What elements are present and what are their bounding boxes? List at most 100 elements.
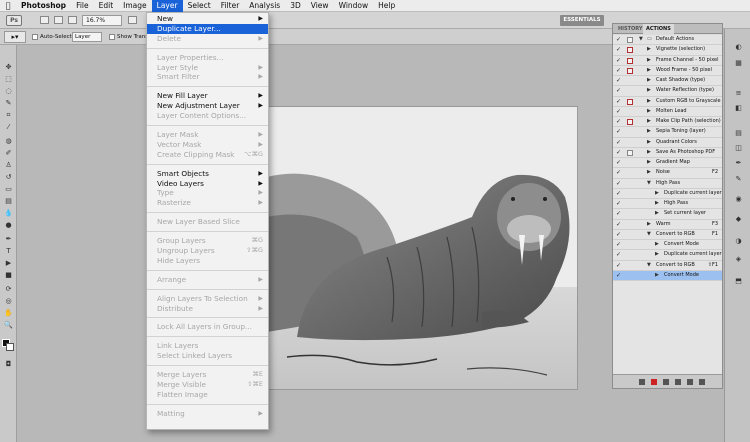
menu-item-select-linked-layers[interactable]: Select Linked Layers — [147, 351, 268, 361]
menu-item-ungroup-layers[interactable]: Ungroup Layers ⇧⌘G — [147, 246, 268, 256]
collapsed-triangle-icon[interactable]: ▶ — [647, 66, 651, 76]
collapsed-triangle-icon[interactable]: ▶ — [647, 168, 651, 178]
collapsed-triangle-icon[interactable]: ▶ — [655, 189, 659, 199]
action-row[interactable]: ✓ ▼ Convert to RGB ⇧F1 — [613, 261, 722, 271]
action-enabled-checkmark-icon[interactable]: ✓ — [616, 201, 621, 207]
collapsed-triangle-icon[interactable]: ▶ — [647, 76, 651, 86]
menu-item-group-layers[interactable]: Group Layers ⌘G — [147, 236, 268, 246]
menu-photoshop[interactable]: Photoshop — [16, 0, 71, 12]
action-enabled-checkmark-icon[interactable]: ✓ — [616, 190, 621, 196]
action-row[interactable]: ✓ ▶ Sepia Toning (layer) — [613, 127, 722, 138]
menu-item-create-clipping-mask[interactable]: Create Clipping Mask ⌥⌘G — [147, 150, 268, 160]
action-enabled-checkmark-icon[interactable]: ✓ — [616, 242, 621, 248]
collapsed-triangle-icon[interactable]: ▶ — [655, 199, 659, 209]
type-tool-icon[interactable]: T — [3, 246, 14, 256]
dialog-toggle-icon[interactable] — [627, 47, 633, 54]
blur-tool-icon[interactable]: 💧 — [3, 208, 14, 218]
paths-panel-icon[interactable]: ✒ — [734, 159, 743, 168]
action-enabled-checkmark-icon[interactable]: ✓ — [616, 211, 621, 217]
channels-panel-icon[interactable]: ◫ — [734, 144, 743, 153]
action-row[interactable]: ✓ ▶ Gradient Map — [613, 158, 722, 169]
action-row[interactable]: ✓ ▶ Molten Lead — [613, 107, 722, 117]
action-enabled-checkmark-icon[interactable]: ✓ — [616, 139, 621, 145]
brush-tool-icon[interactable]: ✐ — [3, 148, 14, 158]
menu-item-layer-style[interactable]: Layer Style ▶ — [147, 63, 268, 73]
dodge-tool-icon[interactable]: ● — [3, 220, 14, 230]
menu-item-type[interactable]: Type ▶ — [147, 188, 268, 198]
workspace-essentials-button[interactable]: ESSENTIALS — [560, 15, 604, 26]
menu-item-rasterize[interactable]: Rasterize ▶ — [147, 198, 268, 208]
collapsed-triangle-icon[interactable]: ▶ — [647, 220, 651, 230]
auto-select-checkbox[interactable] — [32, 34, 38, 40]
background-color-swatch[interactable] — [6, 343, 14, 351]
menu-item-layer-properties[interactable]: Layer Properties... — [147, 53, 268, 63]
delete-action-icon[interactable] — [699, 379, 705, 385]
menu-3d[interactable]: 3D — [285, 0, 306, 12]
action-enabled-checkmark-icon[interactable]: ✓ — [616, 170, 621, 176]
eyedropper-tool-icon[interactable]: ⁄ — [3, 122, 14, 132]
menu-help[interactable]: Help — [373, 0, 400, 12]
navigator-panel-icon[interactable]: ⬒ — [734, 277, 743, 286]
new-action-icon[interactable] — [687, 379, 693, 385]
expanded-triangle-icon[interactable]: ▼ — [647, 261, 651, 271]
action-row[interactable]: ✓ ▼ Convert to RGB F1 — [613, 230, 722, 240]
color-panel-icon[interactable]: ◐ — [734, 43, 743, 52]
show-transform-checkbox[interactable] — [109, 34, 115, 40]
hand-tool-icon[interactable]: ✋ — [3, 308, 14, 318]
collapsed-triangle-icon[interactable]: ▶ — [647, 45, 651, 55]
menu-edit[interactable]: Edit — [94, 0, 119, 12]
menu-item-merge-visible[interactable]: Merge Visible ⇧⌘E — [147, 380, 268, 390]
dialog-toggle-icon[interactable] — [627, 149, 633, 156]
quick-mask-icon[interactable]: ◘ — [3, 359, 14, 369]
zoom-tool-icon[interactable]: 🔍 — [3, 320, 14, 330]
action-enabled-checkmark-icon[interactable]: ✓ — [616, 78, 621, 84]
action-row[interactable]: ✓ ▼ ▭ Default Actions — [613, 35, 722, 46]
record-icon[interactable] — [651, 379, 657, 385]
menu-item-vector-mask[interactable]: Vector Mask ▶ — [147, 140, 268, 150]
action-enabled-checkmark-icon[interactable]: ✓ — [616, 262, 621, 268]
collapsed-triangle-icon[interactable]: ▶ — [647, 86, 651, 96]
masks-panel-icon[interactable]: ◧ — [734, 104, 743, 113]
collapsed-triangle-icon[interactable]: ▶ — [647, 127, 651, 137]
menu-analysis[interactable]: Analysis — [244, 0, 285, 12]
menu-select[interactable]: Select — [183, 0, 216, 12]
apple-icon[interactable]:  — [0, 0, 16, 12]
action-row[interactable]: ✓ ▶ Noise F2 — [613, 168, 722, 179]
action-row[interactable]: ✓ ▶ Convert Mode — [613, 270, 722, 281]
dialog-toggle-icon[interactable] — [627, 98, 633, 105]
menu-item-smart-objects[interactable]: Smart Objects ▶ — [147, 169, 268, 179]
action-row[interactable]: ✓ ▶ High Pass — [613, 199, 722, 210]
document-canvas[interactable] — [266, 106, 578, 390]
collapsed-triangle-icon[interactable]: ▶ — [647, 107, 651, 117]
menu-item-duplicate-layer[interactable]: Duplicate Layer... — [147, 23, 268, 34]
menu-item-smart-filter[interactable]: Smart Filter ▶ — [147, 72, 268, 82]
action-row[interactable]: ✓ ▶ Quadrant Colors — [613, 138, 722, 148]
dialog-toggle-icon[interactable] — [627, 67, 633, 74]
action-row[interactable]: ✓ ▶ Set current layer — [613, 209, 722, 220]
action-row[interactable]: ✓ ▶ Save As Photoshop PDF — [613, 148, 722, 158]
action-enabled-checkmark-icon[interactable]: ✓ — [616, 37, 621, 43]
action-enabled-checkmark-icon[interactable]: ✓ — [616, 98, 621, 104]
menu-item-align-layers-to-selection[interactable]: Align Layers To Selection ▶ — [147, 294, 268, 304]
action-enabled-checkmark-icon[interactable]: ✓ — [616, 160, 621, 166]
collapsed-triangle-icon[interactable]: ▶ — [647, 56, 651, 66]
arrange-documents-icon[interactable] — [128, 16, 137, 24]
action-enabled-checkmark-icon[interactable]: ✓ — [616, 221, 621, 227]
action-row[interactable]: ✓ ▶ Warm F3 — [613, 220, 722, 230]
bridge-icon[interactable] — [40, 16, 49, 24]
action-enabled-checkmark-icon[interactable]: ✓ — [616, 88, 621, 94]
shape-tool-icon[interactable]: ■ — [3, 270, 14, 280]
eraser-tool-icon[interactable]: ▭ — [3, 184, 14, 194]
menu-item-delete[interactable]: Delete ▶ — [147, 34, 268, 44]
collapsed-triangle-icon[interactable]: ▶ — [655, 240, 659, 250]
menu-item-matting[interactable]: Matting ▶ — [147, 409, 268, 419]
action-enabled-checkmark-icon[interactable]: ✓ — [616, 129, 621, 135]
menu-item-hide-layers[interactable]: Hide Layers — [147, 256, 268, 266]
collapsed-triangle-icon[interactable]: ▶ — [647, 117, 651, 127]
expanded-triangle-icon[interactable]: ▼ — [647, 230, 651, 240]
menu-item-layer-mask[interactable]: Layer Mask ▶ — [147, 130, 268, 140]
info-panel-icon[interactable]: ◈ — [734, 255, 743, 264]
dialog-toggle-icon[interactable] — [627, 37, 633, 43]
play-icon[interactable] — [663, 379, 669, 385]
menu-item-new-adjustment-layer[interactable]: New Adjustment Layer ▶ — [147, 101, 268, 111]
